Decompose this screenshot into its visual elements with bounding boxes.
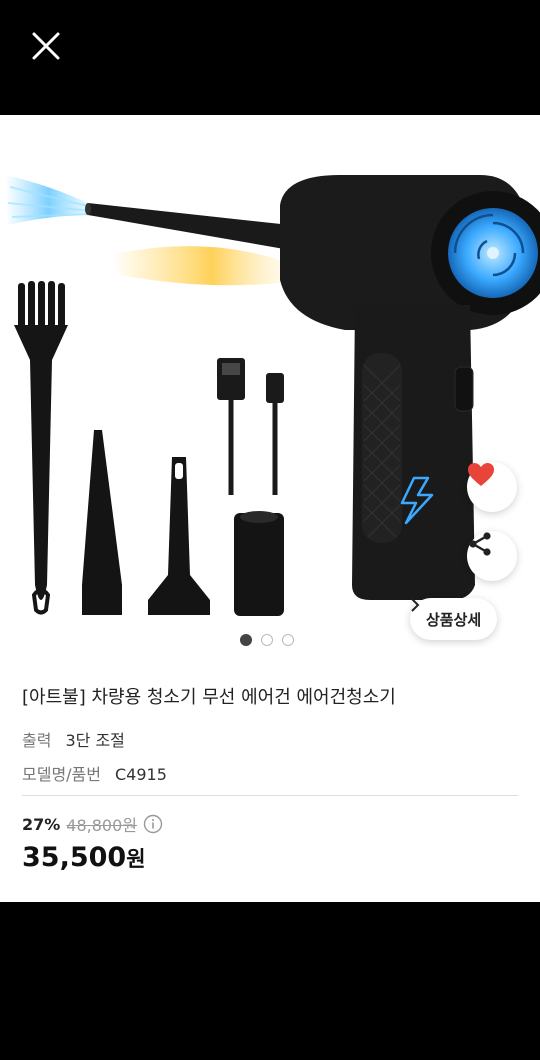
divider [22,795,518,796]
product-sheet: 상품상세 [아트불] 차량용 청소기 무선 에어건 에어건청소기 출력 3단 조절… [0,115,540,902]
close-button[interactable] [24,24,68,68]
product-title: [아트불] 차량용 청소기 무선 에어건 에어건청소기 [22,687,396,708]
like-button[interactable] [467,462,517,512]
spec-row-model: 모델명/품번 C4915 [22,761,167,785]
close-icon [32,32,60,60]
price-number: 35,500 [22,842,127,873]
discount-rate: 27% [22,814,61,834]
info-icon[interactable] [143,814,163,834]
carousel-indicator [240,634,294,646]
product-detail-label: 상품상세 [426,610,482,629]
carousel-dot-2[interactable] [261,634,273,646]
carousel-dot-1[interactable] [240,634,252,646]
spec-label: 모델명/품번 [22,765,101,784]
share-button[interactable] [467,531,517,581]
product-detail-button[interactable]: 상품상세 [410,598,498,640]
spec-value: C4915 [115,765,167,784]
share-icon [469,532,491,556]
chevron-right-icon [411,598,420,612]
spec-label: 출력 [22,731,52,750]
discount-row: 27% 48,800원 [22,812,163,836]
spec-value: 3단 조절 [65,731,125,750]
clipped-text-row [22,893,272,902]
product-image-carousel[interactable]: 상품상세 [0,115,540,660]
sale-price: 35,500원 [22,842,146,873]
product-image [5,175,540,616]
original-price: 48,800원 [66,816,138,835]
top-bar [0,0,540,115]
spec-row-output: 출력 3단 조절 [22,727,125,751]
carousel-dot-3[interactable] [282,634,294,646]
price-unit: 원 [126,847,146,871]
heart-icon [468,463,494,486]
